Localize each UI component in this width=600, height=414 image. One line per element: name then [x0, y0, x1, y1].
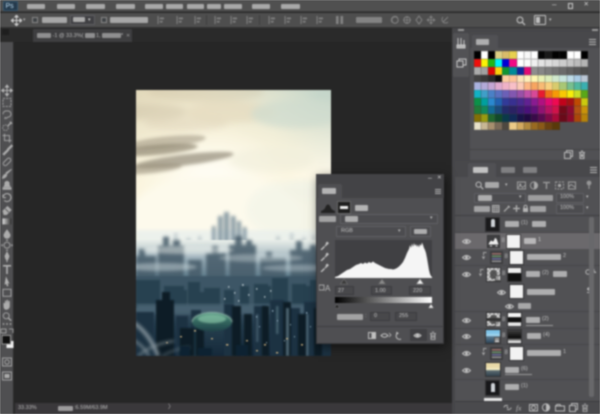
- svg-text:fx: fx: [516, 404, 522, 413]
- svg-text:A: A: [325, 284, 331, 292]
